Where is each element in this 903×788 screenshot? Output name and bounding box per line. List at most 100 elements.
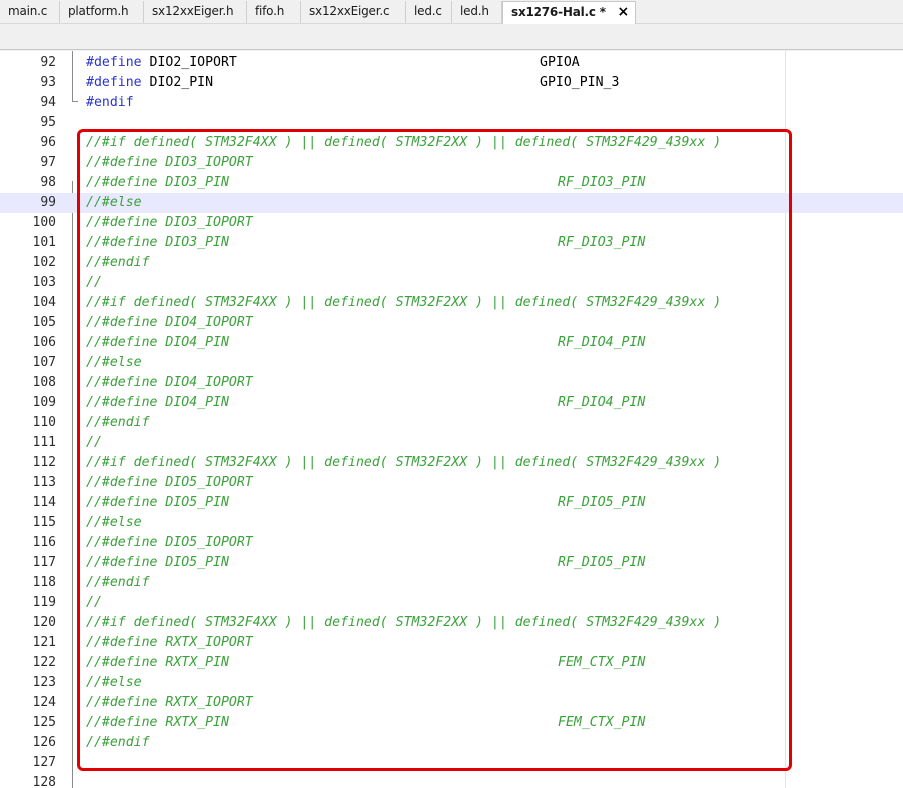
- comment-text: //#if defined( STM32F4XX ) || defined( S…: [86, 615, 722, 630]
- tab-file[interactable]: sx12xxEiger.c: [301, 1, 406, 23]
- line-number: 104: [32, 295, 56, 310]
- code-text: //#define DIO3_PIN: [86, 173, 229, 193]
- code-line[interactable]: 113 //#define DIO5_IOPORT: [0, 473, 903, 493]
- code-line[interactable]: 114 //#define DIO5_PIN RF_DIO5_PIN: [0, 493, 903, 513]
- code-line[interactable]: 110 //#endif: [0, 413, 903, 433]
- comment-text: //: [86, 275, 102, 290]
- line-number: 106: [32, 335, 56, 350]
- code-line[interactable]: 107 //#else: [0, 353, 903, 373]
- comment-text: //#define DIO5_IOPORT: [86, 535, 253, 550]
- code-text: //: [86, 433, 102, 453]
- code-line[interactable]: 103 //: [0, 273, 903, 293]
- code-line[interactable]: 92 #define DIO2_IOPORT GPIOA: [0, 53, 903, 73]
- comment-text: //#if defined( STM32F4XX ) || defined( S…: [86, 135, 722, 150]
- tab-file[interactable]: sx12xxEiger.h: [144, 1, 247, 23]
- line-number: 123: [32, 675, 56, 690]
- line-number: 97: [40, 155, 56, 170]
- line-number: 107: [32, 355, 56, 370]
- code-line[interactable]: 120 //#if defined( STM32F4XX ) || defined…: [0, 613, 903, 633]
- line-number: 119: [32, 595, 56, 610]
- code-line[interactable]: 93 #define DIO2_PIN GPIO_PIN_3: [0, 73, 903, 93]
- line-number: 113: [32, 475, 56, 490]
- tab-active-file[interactable]: sx1276-Hal.c * ×: [502, 1, 636, 24]
- code-line[interactable]: 115 //#else: [0, 513, 903, 533]
- code-editor[interactable]: 92 #define DIO2_IOPORT GPIOA 93 #define DIO2…: [0, 51, 903, 788]
- line-number: 125: [32, 715, 56, 730]
- code-line[interactable]: 99 //#else: [0, 193, 903, 213]
- tab-file[interactable]: led.c: [406, 1, 452, 23]
- code-text: //#define DIO4_IOPORT: [86, 313, 253, 333]
- code-line[interactable]: 111 //: [0, 433, 903, 453]
- code-text: //#endif: [86, 733, 150, 753]
- line-number: 114: [32, 495, 56, 510]
- comment-text: //#endif: [86, 575, 150, 590]
- comment-text: //#define RXTX_PIN: [86, 655, 229, 670]
- comment-text: //#if defined( STM32F4XX ) || defined( S…: [86, 455, 722, 470]
- tab-label: sx1276-Hal.c *: [511, 5, 606, 19]
- tab-label: led.c: [414, 4, 442, 18]
- code-text: //#else: [86, 193, 142, 213]
- line-number: 127: [32, 755, 56, 770]
- code-text: //#if defined( STM32F4XX ) || defined( S…: [86, 133, 721, 153]
- code-line[interactable]: 122 //#define RXTX_PIN FEM_CTX_PIN: [0, 653, 903, 673]
- code-text: //#endif: [86, 253, 150, 273]
- macro-value-comment: RF_DIO4_PIN: [558, 395, 646, 410]
- code-line[interactable]: 119 //: [0, 593, 903, 613]
- line-number: 108: [32, 375, 56, 390]
- code-line[interactable]: 98 //#define DIO3_PIN RF_DIO3_PIN: [0, 173, 903, 193]
- comment-text: //#define DIO4_IOPORT: [86, 315, 253, 330]
- code-line[interactable]: 96 //#if defined( STM32F4XX ) || defined(…: [0, 133, 903, 153]
- code-text: //#define RXTX_IOPORT: [86, 693, 253, 713]
- comment-text: //#else: [86, 355, 142, 370]
- code-line[interactable]: 117 //#define DIO5_PIN RF_DIO5_PIN: [0, 553, 903, 573]
- code-line[interactable]: 125 //#define RXTX_PIN FEM_CTX_PIN: [0, 713, 903, 733]
- code-line[interactable]: 95: [0, 113, 903, 133]
- code-line[interactable]: 112 //#if defined( STM32F4XX ) || defined…: [0, 453, 903, 473]
- code-text: //#define RXTX_PIN: [86, 653, 229, 673]
- code-line[interactable]: 126 //#endif: [0, 733, 903, 753]
- line-number: 96: [40, 135, 56, 150]
- code-text: //#else: [86, 353, 142, 373]
- code-line[interactable]: 116 //#define DIO5_IOPORT: [0, 533, 903, 553]
- code-line[interactable]: 123 //#else: [0, 673, 903, 693]
- tab-file[interactable]: fifo.h: [247, 1, 301, 23]
- comment-text: //#define DIO3_PIN: [86, 175, 229, 190]
- code-line[interactable]: 102 //#endif: [0, 253, 903, 273]
- code-line[interactable]: 101 //#define DIO3_PIN RF_DIO3_PIN: [0, 233, 903, 253]
- preprocessor-keyword: #endif: [86, 95, 134, 110]
- code-text: //#else: [86, 673, 142, 693]
- macro-value-comment: FEM_CTX_PIN: [558, 655, 646, 670]
- line-number: 126: [32, 735, 56, 750]
- code-line[interactable]: 127: [0, 753, 903, 773]
- comment-text: //#else: [86, 675, 142, 690]
- code-line[interactable]: 94 #endif: [0, 93, 903, 113]
- code-text: //#define RXTX_PIN: [86, 713, 229, 733]
- code-line[interactable]: 124 //#define RXTX_IOPORT: [0, 693, 903, 713]
- comment-text: //#else: [86, 515, 142, 530]
- code-line[interactable]: 100 //#define DIO3_IOPORT: [0, 213, 903, 233]
- code-line[interactable]: 121 //#define RXTX_IOPORT: [0, 633, 903, 653]
- tab-file[interactable]: led.h: [452, 1, 502, 23]
- line-number: 112: [32, 455, 56, 470]
- code-line[interactable]: 106 //#define DIO4_PIN RF_DIO4_PIN: [0, 333, 903, 353]
- code-line[interactable]: 118 //#endif: [0, 573, 903, 593]
- tab-label: sx12xxEiger.h: [152, 4, 234, 18]
- code-line[interactable]: 104 //#if defined( STM32F4XX ) || defined…: [0, 293, 903, 313]
- code-line[interactable]: 109 //#define DIO4_PIN RF_DIO4_PIN: [0, 393, 903, 413]
- line-number: 117: [32, 555, 56, 570]
- tab-file[interactable]: platform.h: [60, 1, 144, 23]
- code-line[interactable]: 128: [0, 773, 903, 788]
- code-line[interactable]: 105 //#define DIO4_IOPORT: [0, 313, 903, 333]
- code-text: //#define DIO5_PIN: [86, 553, 229, 573]
- code-text: //: [86, 593, 102, 613]
- tab-file[interactable]: main.c: [0, 1, 60, 23]
- comment-text: //#endif: [86, 415, 150, 430]
- code-text: #define DIO2_IOPORT: [86, 53, 237, 73]
- code-line[interactable]: 108 //#define DIO4_IOPORT: [0, 373, 903, 393]
- code-line[interactable]: 97 //#define DIO3_IOPORT: [0, 153, 903, 173]
- code-text: //#define DIO3_PIN: [86, 233, 229, 253]
- close-icon[interactable]: ×: [617, 2, 629, 23]
- comment-text: //#endif: [86, 735, 150, 750]
- code-text: //#define DIO4_PIN: [86, 333, 229, 353]
- code-text: //#define DIO5_IOPORT: [86, 473, 253, 493]
